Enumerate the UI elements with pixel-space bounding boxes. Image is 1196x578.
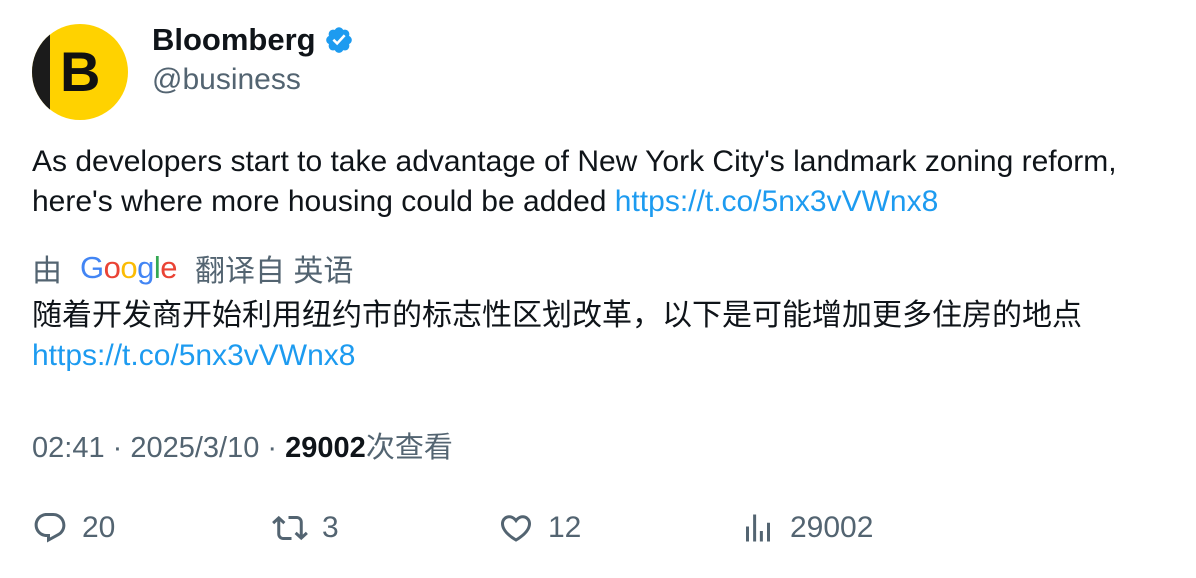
tweet-text: As developers start to take advantage of…: [32, 142, 1162, 222]
google-logo[interactable]: Google: [80, 250, 178, 286]
author-name[interactable]: Bloomberg: [152, 22, 316, 58]
google-letter: o: [103, 250, 121, 285]
translated-link[interactable]: https://t.co/5nx3vVWnx8: [32, 339, 355, 372]
tweet-body: As developers start to take advantage of…: [32, 145, 1117, 218]
like-count: 12: [548, 511, 582, 544]
tweet-time[interactable]: 02:41: [32, 432, 105, 464]
translation-prefix: 由: [32, 255, 62, 288]
tweet-meta: 02:41 · 2025/3/10 · 29002次查看: [32, 424, 453, 466]
bar-chart-icon: [746, 514, 770, 542]
author-name-row: Bloomberg: [152, 22, 354, 58]
avatar-letter: B: [60, 40, 101, 103]
google-letter: e: [160, 250, 178, 285]
meta-separator: ·: [104, 432, 131, 464]
avatar-shade: [32, 24, 50, 120]
reply-icon: [34, 513, 66, 543]
author-handle[interactable]: @business: [152, 63, 301, 97]
retweet-button[interactable]: 3: [272, 510, 339, 546]
views-label: 次查看: [365, 432, 453, 464]
meta-separator: ·: [259, 432, 286, 464]
reply-button[interactable]: 20: [32, 510, 115, 546]
views-count: 29002: [285, 432, 366, 464]
translation-suffix: 翻译自 英语: [195, 255, 354, 288]
translated-text: 随着开发商开始利用纽约市的标志性区划改革，以下是可能增加更多住房的地点 http…: [32, 296, 1172, 376]
avatar[interactable]: B: [32, 24, 128, 120]
translation-attribution: 由 Google 翻译自 英语: [32, 246, 353, 290]
like-button[interactable]: 12: [498, 510, 581, 546]
google-letter: o: [120, 250, 138, 285]
tweet-date[interactable]: 2025/3/10: [130, 432, 259, 464]
translated-body: 随着开发商开始利用纽约市的标志性区划改革，以下是可能增加更多住房的地点: [32, 299, 1082, 332]
google-letter: g: [137, 250, 154, 285]
tweet-link[interactable]: https://t.co/5nx3vVWnx8: [615, 185, 938, 218]
heart-icon: [500, 515, 532, 542]
views-button[interactable]: 29002: [740, 510, 873, 546]
retweet-icon: [272, 515, 308, 541]
action-bar: 20 3 12 29002: [32, 510, 1162, 554]
views-action-count: 29002: [790, 511, 874, 544]
retweet-count: 3: [322, 511, 339, 544]
reply-count: 20: [82, 511, 116, 544]
google-letter: G: [80, 250, 104, 285]
verified-badge-icon: [325, 27, 352, 53]
